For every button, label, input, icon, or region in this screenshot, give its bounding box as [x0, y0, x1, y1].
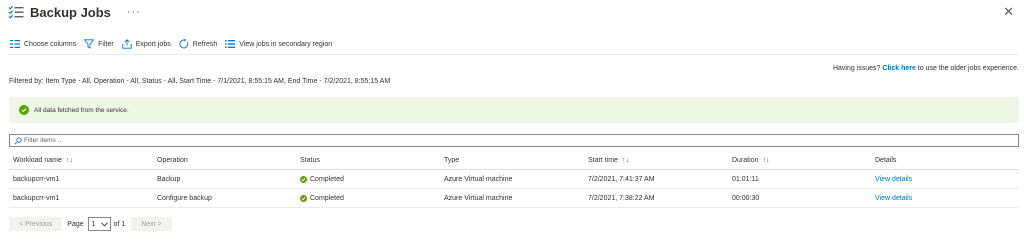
- success-check-icon: [19, 105, 29, 115]
- duration-cell: 00:00:30: [732, 194, 760, 202]
- issue-note-suffix: to use the older jobs experience.: [917, 65, 1019, 72]
- type-cell: Azure Virtual machine: [444, 175, 513, 183]
- jobs-table: Workload name ↑↓ Operation Status Type S…: [9, 151, 1019, 208]
- issue-note-prefix: Having issues?: [832, 65, 881, 72]
- export-icon: [122, 39, 132, 49]
- column-header-label: Duration: [732, 156, 759, 164]
- column-header-status: Status: [300, 156, 320, 164]
- next-page-button[interactable]: Next >: [131, 217, 172, 231]
- jobs-list-icon: [8, 4, 24, 20]
- older-experience-note: Having issues? Click here to use the old…: [833, 65, 1019, 72]
- close-button[interactable]: ✕: [1003, 4, 1014, 20]
- pagination: < Previous Page 1 of 1 Next >: [9, 216, 172, 232]
- success-check-icon: [300, 194, 307, 202]
- type-cell: Azure Virtual machine: [444, 194, 513, 202]
- column-header-start-time[interactable]: Start time ↑↓: [588, 151, 629, 169]
- page-title: Backup Jobs: [30, 4, 111, 20]
- filter-button[interactable]: Filter: [84, 39, 114, 49]
- filter-summary: Filtered by: Item Type - All, Operation …: [9, 78, 391, 85]
- column-header-label: Workload name: [13, 156, 62, 164]
- status-cell: Completed: [300, 170, 344, 188]
- choose-columns-button[interactable]: Choose columns: [10, 39, 76, 49]
- export-jobs-label: Export jobs: [135, 40, 171, 48]
- sort-icon[interactable]: ↑↓: [622, 157, 629, 164]
- more-options-icon[interactable]: ···: [127, 6, 141, 18]
- table-row[interactable]: backupcrr-vm1 Backup Completed Azure Vir…: [9, 170, 1019, 189]
- start-time-cell: 7/2/2021, 7:38:22 AM: [588, 194, 655, 202]
- title-bar: Backup Jobs ···: [8, 3, 141, 21]
- start-time-cell: 7/2/2021, 7:41:37 AM: [588, 175, 655, 183]
- duration-cell: 01:01:11: [732, 175, 759, 183]
- click-here-link[interactable]: Click here: [882, 65, 915, 72]
- column-header-workload-name[interactable]: Workload name ↑↓: [13, 151, 73, 169]
- filter-label: Filter: [98, 40, 114, 48]
- page-select[interactable]: 1: [87, 217, 111, 231]
- export-jobs-button[interactable]: Export jobs: [122, 39, 171, 49]
- secondary-region-button[interactable]: View jobs in secondary region: [225, 39, 332, 49]
- operation-cell: Backup: [157, 175, 181, 183]
- success-check-icon: [300, 175, 307, 183]
- toolbar-divider: [8, 54, 1018, 55]
- column-header-type: Type: [444, 156, 460, 164]
- view-details-link[interactable]: View details: [875, 170, 912, 188]
- page-count-label: of 1: [113, 220, 126, 228]
- status-cell: Completed: [300, 189, 344, 207]
- operation-cell: Configure backup: [157, 194, 212, 202]
- page-select-value: 1: [91, 220, 96, 228]
- chevron-down-icon: [100, 221, 108, 227]
- table-header-row: Workload name ↑↓ Operation Status Type S…: [9, 151, 1019, 170]
- refresh-icon: [179, 39, 189, 49]
- banner-text: All data fetched from the service.: [34, 106, 129, 114]
- columns-icon: [10, 39, 20, 49]
- command-bar: Choose columns Filter Export jobs Refres…: [10, 37, 340, 51]
- column-header-operation: Operation: [157, 156, 188, 164]
- sort-icon[interactable]: ↑↓: [762, 157, 769, 164]
- status-label: Completed: [310, 194, 344, 202]
- choose-columns-label: Choose columns: [24, 40, 77, 48]
- column-header-duration[interactable]: Duration ↑↓: [732, 151, 769, 169]
- refresh-label: Refresh: [192, 40, 218, 48]
- filter-items-field[interactable]: [9, 134, 1019, 147]
- status-label: Completed: [310, 175, 344, 183]
- list-icon: [225, 39, 236, 49]
- previous-page-button[interactable]: < Previous: [9, 217, 63, 231]
- column-header-label: Start time: [588, 156, 618, 164]
- column-header-details: Details: [875, 156, 897, 164]
- refresh-button[interactable]: Refresh: [179, 39, 218, 49]
- search-icon: [14, 136, 22, 145]
- filter-icon: [84, 39, 95, 49]
- table-row[interactable]: backupcrr-vm1 Configure backup Completed…: [9, 189, 1019, 208]
- view-details-link[interactable]: View details: [875, 189, 912, 207]
- status-banner: All data fetched from the service.: [9, 97, 1019, 123]
- filter-items-input[interactable]: [22, 136, 1004, 145]
- workload-name-cell: backupcrr-vm1: [13, 194, 60, 202]
- workload-name-cell: backupcrr-vm1: [13, 175, 60, 183]
- secondary-region-label: View jobs in secondary region: [239, 40, 333, 48]
- page-label: Page: [67, 220, 84, 228]
- sort-icon[interactable]: ↑↓: [66, 157, 73, 164]
